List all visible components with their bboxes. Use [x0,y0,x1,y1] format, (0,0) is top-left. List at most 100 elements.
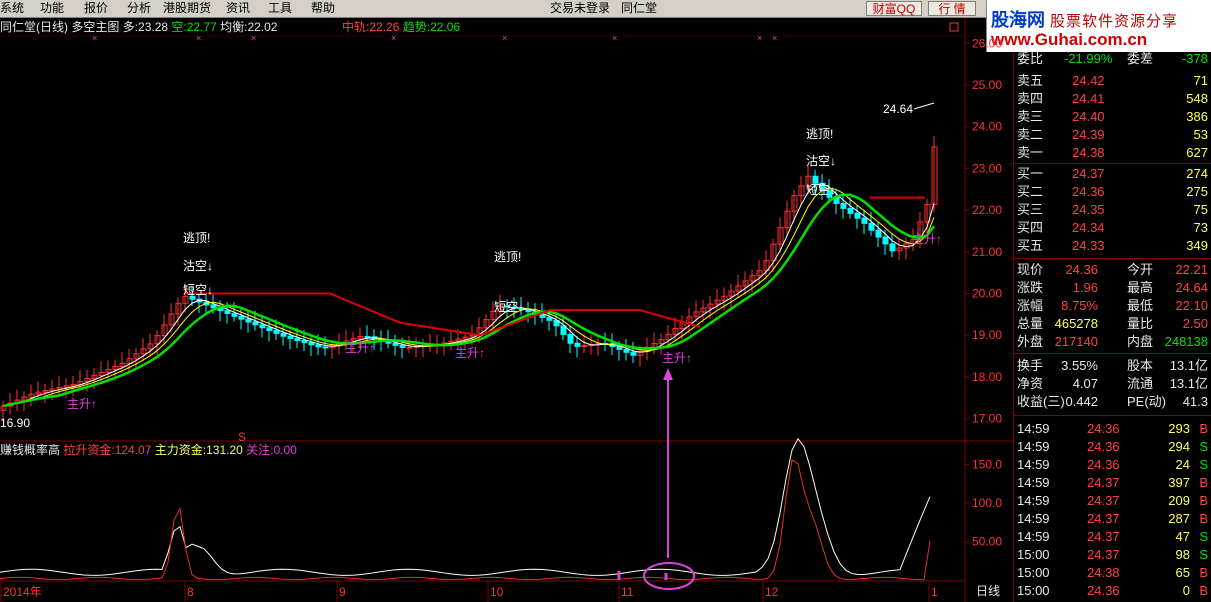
quote-label: 今开 [1127,262,1154,277]
quote-value: 22.10 [1175,298,1208,313]
tick-time: 14:59 [1017,475,1050,490]
ask-price: 24.39 [1072,127,1105,142]
tick-row[interactable]: 14:59 24.36 294 S [1014,438,1211,456]
tick-time: 15:00 [1017,583,1050,598]
top-marker: × [612,33,617,43]
price-tick-label: 19.00 [972,328,1002,342]
menu-item-news[interactable]: 资讯 [226,1,250,16]
kline-chart-svg[interactable]: 26.00 25.00 24.00 23.00 22.00 21.00 20.00 19.00… [0,18,1013,602]
ask-volume: 71 [1193,73,1208,88]
quote-value: 24.64 [1175,280,1208,295]
tick-time: 15:00 [1017,547,1050,562]
indicator-tick-label: 100.0 [972,496,1002,510]
tick-price: 24.37 [1087,475,1120,490]
quote-row: 外盘 217140 内盘 248138 [1014,333,1211,351]
menu-item-help[interactable]: 帮助 [311,1,335,16]
tick-time: 15:00 [1017,565,1050,580]
ask-row[interactable]: 卖三 24.40 386 [1014,108,1211,126]
menu-item-analysis[interactable]: 分析 [127,1,151,16]
caifu-qq-button[interactable]: 财富QQ [866,1,922,16]
price-tick-label: 20.00 [972,287,1002,301]
tick-row[interactable]: 14:59 24.37 47 S [1014,528,1211,546]
guhai-logo: 股海网 股票软件资源分享 www.Guhai.com.cn [986,0,1211,52]
guanzhu-value: 0.00 [273,443,297,457]
stat-value: 0.442 [1065,394,1098,409]
candle-body [623,348,630,353]
bid-row[interactable]: 买一 24.37 274 [1014,165,1211,183]
duo-value: 23.28 [138,20,169,34]
indicator-line-a [0,437,931,576]
kline-chart-area[interactable]: 26.00 25.00 24.00 23.00 22.00 21.00 20.00 19.00… [0,18,1013,602]
candle-body [581,344,588,347]
menu-item-system[interactable]: 系统 [0,1,24,16]
tick-row[interactable]: 15:00 24.37 98 S [1014,546,1211,564]
lasheng-value: 124.07 [114,443,152,457]
stat-row: 净资 4.07 流通 13.1亿 [1014,375,1211,393]
tick-row[interactable]: 14:59 24.37 287 B [1014,510,1211,528]
tick-row[interactable]: 14:59 24.37 209 B [1014,492,1211,510]
chart-title: 同仁堂(日线) 多空主图 [0,20,120,34]
candle-body [315,344,322,348]
tick-row[interactable]: 14:59 24.36 293 B [1014,420,1211,438]
menu-item-hk-futures[interactable]: 港股期货 [163,1,211,16]
period-label[interactable]: 日线 [976,584,1000,598]
ask-label: 卖四 [1017,91,1044,106]
quote-value: 2.50 [1182,316,1208,331]
hangqing-button[interactable]: 行 情 [928,1,976,16]
bid-row[interactable]: 买四 24.34 73 [1014,219,1211,237]
weicha-value: -378 [1181,51,1208,66]
bid-row[interactable]: 买二 24.36 275 [1014,183,1211,201]
candle-body [252,321,259,326]
highlight-ellipse [643,562,695,590]
ask-row[interactable]: 卖二 24.39 53 [1014,126,1211,144]
tick-volume: 0 [1182,583,1190,598]
ask-row[interactable]: 卖四 24.41 548 [1014,90,1211,108]
tick-side: B [1199,421,1208,436]
tick-side: B [1199,493,1208,508]
price-tick-label: 26.00 [972,36,1002,50]
candle-body [280,332,287,337]
duo-label: 多: [122,20,139,34]
short-sell-label: 沽空↓ [806,154,836,168]
bid-price: 24.33 [1072,238,1105,253]
date-tick-label: 8 [187,585,194,599]
stat-label: 流通 [1127,376,1154,391]
ask-row[interactable]: 卖一 24.38 627 [1014,144,1211,162]
menu-item-function[interactable]: 功能 [40,1,64,16]
stat-label: 换手 [1017,358,1044,373]
tick-row[interactable]: 15:00 24.38 65 B [1014,564,1211,582]
menu-item-tools[interactable]: 工具 [268,1,292,16]
bid-row[interactable]: 买三 24.35 75 [1014,201,1211,219]
escape-top-label: 逃顶! [183,231,210,245]
tick-side: S [1199,529,1208,544]
qushi-value: 22.06 [430,20,461,34]
weibi-label: 委比 [1017,51,1044,66]
menu-item-quote[interactable]: 报价 [84,1,108,16]
junheng-value: 22.02 [247,20,278,34]
bid-price: 24.35 [1072,202,1105,217]
top-marker: × [251,33,256,43]
tick-time: 14:59 [1017,529,1050,544]
tick-row[interactable]: 15:00 24.36 0 B [1014,582,1211,600]
candle-body [861,217,868,224]
stat-value: 41.3 [1182,394,1208,409]
main-rise-label: 主升↑ [455,346,485,360]
tick-row[interactable]: 14:59 24.37 397 B [1014,474,1211,492]
stat-row: 收益(三) 0.442 PE(动) 41.3 [1014,393,1211,411]
divider [1014,163,1211,164]
tick-price: 24.36 [1087,439,1120,454]
ask-row[interactable]: 卖五 24.42 71 [1014,72,1211,90]
candle-body [322,346,329,349]
bid-price: 24.37 [1072,166,1105,181]
indicator-tick-label: 50.00 [972,535,1002,549]
short-sell-label: 沽空↓ [183,259,213,273]
sell-marker: S [238,430,246,444]
zhuli-value: 131.20 [206,443,243,457]
bid-price: 24.34 [1072,220,1105,235]
tick-volume: 287 [1168,511,1190,526]
date-tick-label: 11 [621,585,634,599]
bid-volume: 75 [1193,202,1208,217]
logo-url: www.Guhai.com.cn [991,30,1148,49]
tick-row[interactable]: 14:59 24.36 24 S [1014,456,1211,474]
bid-row[interactable]: 买五 24.33 349 [1014,237,1211,255]
